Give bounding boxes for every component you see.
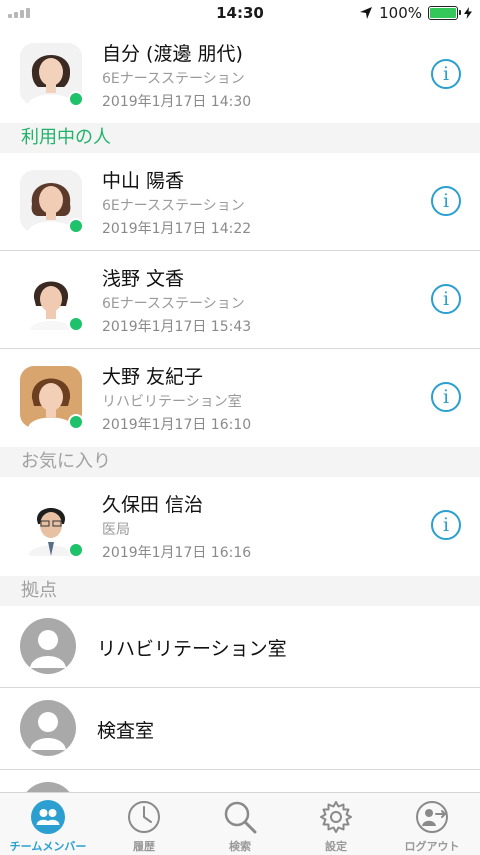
tab-label: ログアウト (404, 840, 460, 853)
online-status-dot (68, 414, 84, 430)
avatar (20, 366, 84, 430)
tab-label: 検索 (229, 840, 251, 853)
tab-bar: チームメンバー 履歴 検索 設定 ログアウト (0, 792, 480, 855)
section-header-favorites: お気に入り (0, 447, 480, 477)
tab-logout[interactable]: ログアウト (384, 793, 480, 855)
member-department: 6Eナースステーション (102, 71, 245, 87)
member-department: 6Eナースステーション (102, 198, 245, 214)
member-timestamp: 2019年1月17日 15:43 (102, 319, 252, 335)
tab-history[interactable]: 履歴 (96, 793, 192, 855)
info-icon[interactable]: i (431, 59, 461, 89)
member-name: 浅野 文香 (102, 268, 185, 290)
info-icon[interactable]: i (431, 510, 461, 540)
battery-icon (428, 6, 461, 20)
clock-icon (128, 801, 160, 833)
info-icon[interactable]: i (431, 186, 461, 216)
online-status-dot (68, 542, 84, 558)
member-name: 中山 陽香 (102, 170, 185, 192)
member-name: 自分 (渡邊 朋代) (102, 43, 243, 65)
member-row[interactable]: 久保田 信治 医局 2019年1月17日 16:16 i (0, 477, 480, 576)
placeholder-avatar-icon (20, 700, 76, 756)
location-arrow-icon (360, 7, 373, 19)
tab-label: チームメンバー (9, 840, 87, 853)
avatar (20, 268, 84, 332)
member-row[interactable]: 大野 友紀子 リハビリテーション室 2019年1月17日 16:10 i (0, 349, 480, 447)
status-right: 100% (359, 4, 472, 22)
tab-team-members[interactable]: チームメンバー (0, 793, 96, 855)
tab-search[interactable]: 検索 (192, 793, 288, 855)
team-members-icon (31, 800, 65, 834)
base-label: 検査室 (97, 720, 155, 742)
avatar (20, 170, 84, 234)
battery-percent: 100% (379, 4, 422, 22)
base-row[interactable]: 検査室 (0, 688, 480, 770)
base-row[interactable]: リハビリテーション室 (0, 606, 480, 688)
status-bar: 14:30 100% (0, 0, 480, 26)
member-list[interactable]: 自分 (渡邊 朋代) 6Eナースステーション 2019年1月17日 14:30 … (0, 26, 480, 792)
online-status-dot (68, 316, 84, 332)
online-status-dot (68, 91, 84, 107)
member-row[interactable]: 中山 陽香 6Eナースステーション 2019年1月17日 14:22 i (0, 153, 480, 251)
section-header-bases: 拠点 (0, 576, 480, 606)
tab-label: 履歴 (133, 840, 155, 853)
base-label: リハビリテーション室 (97, 638, 287, 660)
online-status-dot (68, 218, 84, 234)
logout-icon (416, 801, 448, 833)
member-row[interactable]: 浅野 文香 6Eナースステーション 2019年1月17日 15:43 i (0, 251, 480, 349)
member-timestamp: 2019年1月17日 16:16 (102, 545, 252, 561)
member-name: 大野 友紀子 (102, 366, 204, 388)
placeholder-avatar-icon (20, 782, 76, 792)
search-icon (224, 801, 257, 834)
member-name: 久保田 信治 (102, 494, 204, 516)
member-timestamp: 2019年1月17日 16:10 (102, 417, 252, 433)
tab-settings[interactable]: 設定 (288, 793, 384, 855)
member-timestamp: 2019年1月17日 14:30 (102, 94, 252, 110)
info-icon[interactable]: i (431, 284, 461, 314)
avatar (20, 494, 84, 558)
charging-bolt-icon (464, 7, 472, 19)
section-header-in-use: 利用中の人 (0, 123, 480, 153)
member-department: 医局 (102, 522, 130, 538)
base-row-partial[interactable] (0, 770, 480, 792)
member-timestamp: 2019年1月17日 14:22 (102, 221, 252, 237)
placeholder-avatar-icon (20, 618, 76, 674)
info-icon[interactable]: i (431, 382, 461, 412)
member-department: リハビリテーション室 (102, 394, 242, 410)
avatar (20, 43, 84, 107)
self-row[interactable]: 自分 (渡邊 朋代) 6Eナースステーション 2019年1月17日 14:30 … (0, 26, 480, 123)
member-department: 6Eナースステーション (102, 296, 245, 312)
tab-label: 設定 (325, 840, 347, 853)
gear-icon (320, 801, 352, 833)
